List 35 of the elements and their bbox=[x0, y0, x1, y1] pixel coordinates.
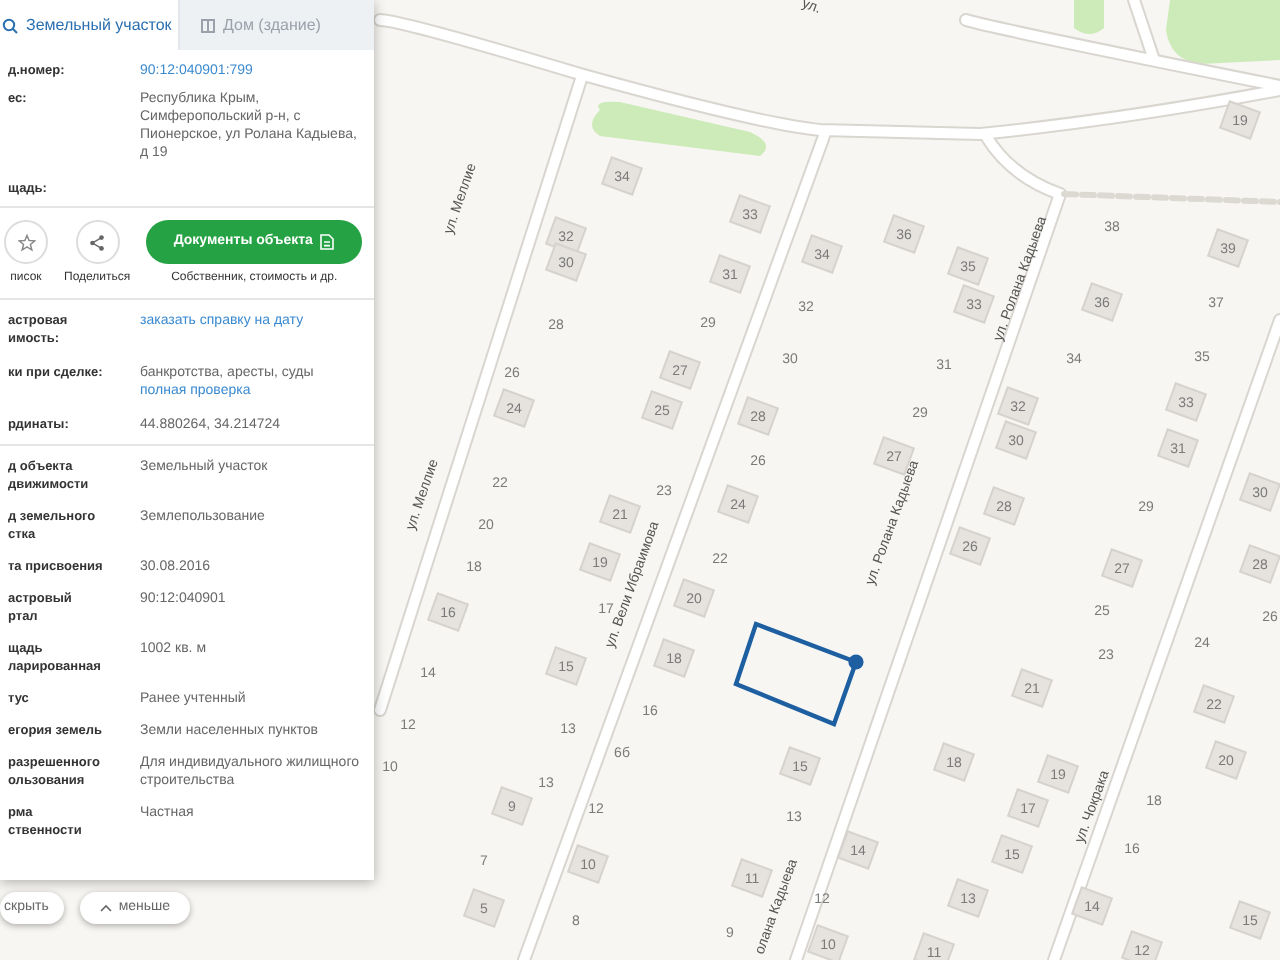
building bbox=[912, 932, 956, 960]
building bbox=[1070, 886, 1114, 926]
parcel-outline bbox=[733, 621, 859, 727]
building bbox=[1238, 472, 1280, 512]
document-icon bbox=[320, 234, 335, 250]
park-area bbox=[1074, 0, 1104, 34]
building bbox=[948, 526, 992, 566]
building bbox=[426, 592, 470, 632]
building bbox=[1120, 930, 1164, 960]
building bbox=[1218, 100, 1262, 140]
building-icon bbox=[199, 17, 215, 33]
building bbox=[836, 830, 880, 870]
building bbox=[806, 924, 850, 960]
building bbox=[566, 844, 610, 884]
tab[interactable]: Земельный участок bbox=[0, 0, 177, 50]
building bbox=[736, 396, 780, 436]
share-button[interactable] bbox=[75, 220, 120, 264]
park-area bbox=[1166, 0, 1280, 64]
star-icon bbox=[17, 233, 35, 251]
building bbox=[800, 234, 844, 274]
building bbox=[672, 578, 716, 618]
building bbox=[1238, 544, 1280, 584]
parcel-marker bbox=[848, 654, 864, 670]
building bbox=[1006, 788, 1050, 828]
building bbox=[996, 386, 1040, 426]
tab[interactable]: Дом (здание) bbox=[177, 0, 374, 50]
caret-up-icon bbox=[100, 904, 113, 912]
building bbox=[544, 242, 588, 282]
share-icon bbox=[88, 233, 107, 251]
search-icon bbox=[2, 17, 18, 33]
building bbox=[652, 638, 696, 678]
building bbox=[492, 388, 536, 428]
building bbox=[1036, 754, 1080, 794]
favorite-button[interactable] bbox=[4, 220, 48, 264]
building bbox=[994, 420, 1038, 460]
